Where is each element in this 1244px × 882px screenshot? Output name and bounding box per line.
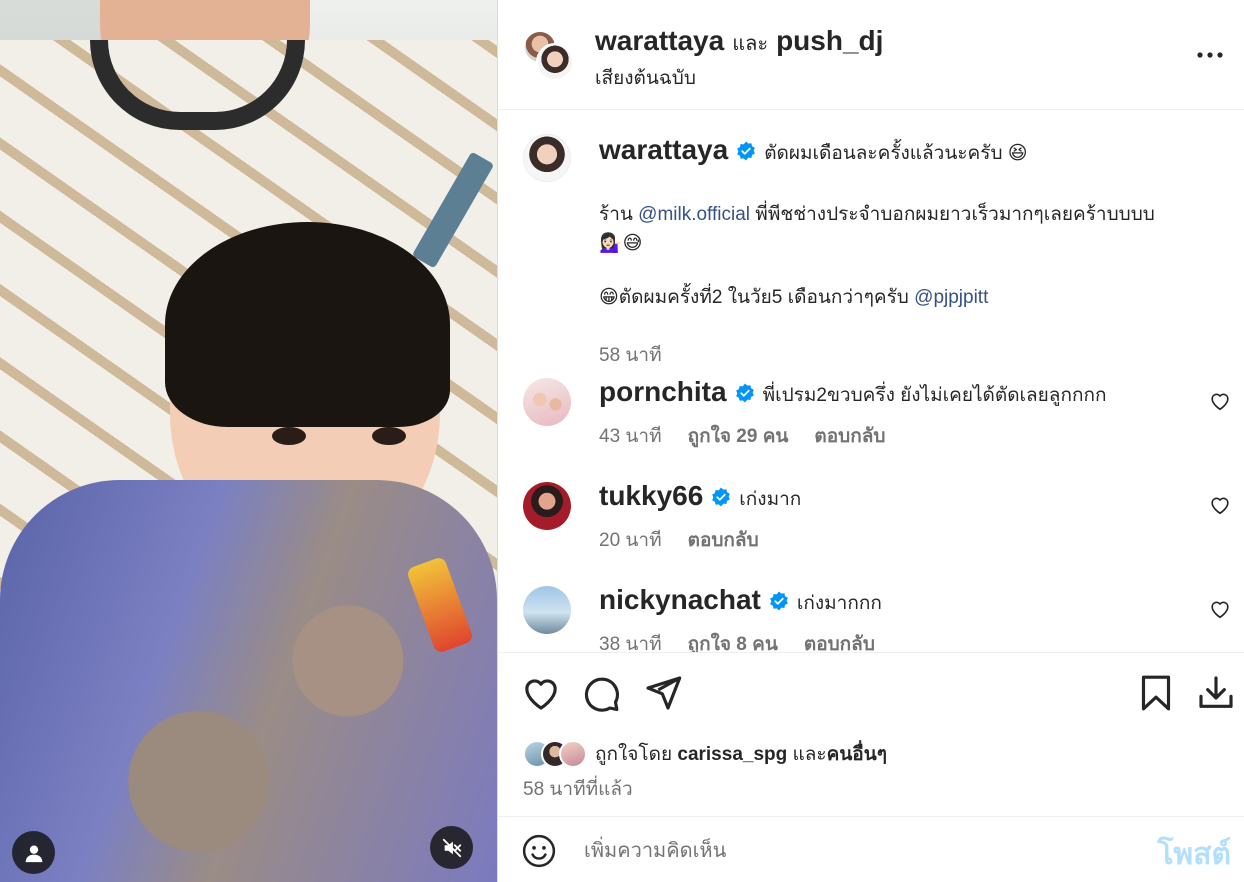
child-right-eye (372, 427, 406, 445)
post-authors: warattaya และ push_dj (595, 25, 883, 59)
post-actions: ถูกใจโดย carissa_spg และคนอื่นๆ 58 นาทีท… (498, 652, 1244, 817)
comment-composer: โพสต์ (498, 817, 1244, 882)
user-tags-icon (25, 845, 42, 862)
heart-icon[interactable] (1209, 390, 1231, 412)
comment-time: 38 นาที (599, 634, 662, 652)
collab-avatars[interactable] (523, 30, 575, 82)
more-options-icon (1197, 52, 1223, 58)
collaborator-username-link[interactable]: push_dj (776, 25, 883, 57)
reply-button[interactable]: ตอบกลับ (804, 629, 875, 652)
mention-pjpjpitt[interactable]: @pjpjpitt (914, 287, 988, 308)
post-button[interactable]: โพสต์ (1157, 831, 1231, 878)
comment-bubble-icon[interactable] (581, 673, 621, 713)
bookmark-icon[interactable] (1136, 673, 1176, 713)
heart-icon[interactable] (1209, 598, 1231, 620)
comment-username[interactable]: tukky66 (599, 480, 703, 512)
more-options-button[interactable] (1195, 40, 1225, 70)
speaker-muted-icon (442, 838, 461, 857)
heart-icon[interactable] (521, 673, 561, 713)
post-video[interactable] (0, 0, 497, 882)
comment-likes-count[interactable]: ถูกใจ 29 คน (688, 421, 789, 451)
emoji-smile-icon[interactable] (522, 834, 556, 868)
comment-likes-count[interactable]: ถูกใจ 8 คน (688, 629, 778, 652)
caption-time: 58 นาที (599, 345, 662, 366)
comment-username[interactable]: nickynachat (599, 584, 761, 616)
avatar-warattaya[interactable] (536, 43, 574, 81)
mention-milk-official[interactable]: @milk.official (638, 204, 750, 225)
comment-text: เก่งมากกก (796, 593, 882, 614)
caption-text-line3: 💁🏻‍♀️😅 (599, 233, 643, 254)
verified-badge-icon (770, 591, 788, 611)
comment-username[interactable]: pornchita (599, 376, 727, 408)
comment-time: 43 นาที (599, 426, 662, 447)
comment-time: 20 นาที (599, 530, 662, 551)
paper-plane-icon[interactable] (643, 673, 683, 713)
caption-text-line2: ร้าน @milk.official พี่พีชช่างประจำบอกผม… (599, 200, 1155, 229)
verified-badge-icon (735, 383, 754, 403)
liker-username[interactable]: carissa_spg (677, 744, 787, 765)
comment-meta: 43 นาที ถูกใจ 29 คน ตอบกลับ (599, 421, 885, 451)
verified-badge-icon (737, 141, 756, 161)
comment-first-line: nickynachat เก่งมากกก (599, 584, 882, 618)
post-header: warattaya และ push_dj เสียงต้นฉบับ (498, 0, 1244, 110)
caption-meta: 58 นาที (599, 340, 662, 370)
owner-username-link[interactable]: warattaya (595, 25, 724, 57)
likes-summary[interactable]: ถูกใจโดย carissa_spg และคนอื่นๆ (523, 739, 887, 769)
user-tags-button[interactable] (12, 831, 55, 874)
comment-first-line: tukky66 เก่งมาก (599, 480, 801, 514)
caption-text-line1: ตัดผมเดือนละครั้งแล้วนะครับ 😆 (764, 143, 1028, 164)
caption-text-line4: 😁ตัดผมครั้งที่2 ในวัย5 เดือนกว่าๆครับ @p… (599, 283, 988, 312)
comment-text: พี่เปรม2ขวบครึ่ง ยังไม่เคยได้ตัดเลยลูกกก… (762, 385, 1107, 406)
avatar[interactable] (523, 482, 571, 530)
comment-text: เก่งมาก (739, 489, 802, 510)
download-icon[interactable] (1196, 673, 1236, 713)
likes-text: ถูกใจโดย carissa_spg และคนอื่นๆ (595, 739, 887, 769)
comment-first-line: pornchita พี่เปรม2ขวบครึ่ง ยังไม่เคยได้ต… (599, 376, 1106, 410)
heart-icon[interactable] (1209, 494, 1231, 516)
caption-first-line: warattaya ตัดผมเดือนละครั้งแล้วนะครับ 😆 (599, 134, 1028, 168)
likes-prefix: ถูกใจโดย (595, 744, 678, 765)
comment-meta: 38 นาที ถูกใจ 8 คน ตอบกลับ (599, 629, 875, 652)
comment-meta: 20 นาที ตอบกลับ (599, 525, 759, 555)
child-cape (0, 480, 497, 882)
child-left-eye (272, 427, 306, 445)
liker-avatar (559, 740, 587, 768)
avatar[interactable] (523, 134, 571, 182)
caption-shop-suffix: พี่พีชช่างประจำบอกผมยาวเร็วมากๆเลยคร้าบบ… (750, 204, 1155, 225)
comments-list[interactable]: warattaya ตัดผมเดือนละครั้งแล้วนะครับ 😆 … (498, 110, 1244, 652)
reply-button[interactable]: ตอบกลับ (688, 525, 759, 555)
likes-others-link[interactable]: คนอื่นๆ (827, 744, 887, 765)
cape-pattern (405, 555, 475, 655)
avatar[interactable] (523, 586, 571, 634)
post-timestamp[interactable]: 58 นาทีที่แล้ว (523, 774, 633, 804)
mute-button[interactable] (430, 826, 473, 869)
verified-badge-icon (712, 487, 731, 507)
comment-input[interactable] (584, 835, 1124, 867)
child-hair (165, 222, 450, 427)
authors-conjunction: และ (732, 33, 769, 55)
caption-username[interactable]: warattaya (599, 134, 728, 166)
caption-shop-prefix: ร้าน (599, 204, 639, 225)
audio-link[interactable]: เสียงต้นฉบับ (595, 63, 696, 93)
likes-middle: และ (787, 744, 827, 765)
avatar[interactable] (523, 378, 571, 426)
caption-age-text: 😁ตัดผมครั้งที่2 ในวัย5 เดือนกว่าๆครับ (599, 287, 915, 308)
reply-button[interactable]: ตอบกลับ (814, 421, 885, 451)
post-details-panel: warattaya และ push_dj เสียงต้นฉบับ warat… (497, 0, 1244, 882)
